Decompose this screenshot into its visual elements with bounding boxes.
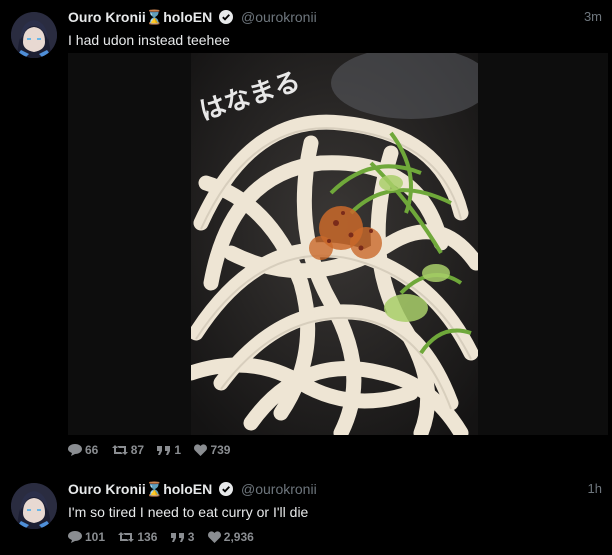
author-suffix[interactable]: holoEN bbox=[163, 9, 212, 25]
tweet-timestamp[interactable]: 3m bbox=[584, 9, 602, 24]
like-count: 739 bbox=[210, 443, 231, 457]
author-handle[interactable]: @ourokronii bbox=[241, 481, 317, 497]
retweet-count: 136 bbox=[137, 530, 158, 544]
quote-icon bbox=[157, 446, 171, 455]
author-name[interactable]: Ouro Kronii bbox=[68, 481, 146, 497]
reply-icon bbox=[68, 531, 82, 543]
heart-icon bbox=[207, 531, 221, 543]
heart-icon bbox=[194, 444, 208, 456]
like-button[interactable]: 739 bbox=[194, 443, 230, 457]
avatar-image bbox=[11, 12, 57, 58]
author-name[interactable]: Ouro Kronii bbox=[68, 9, 146, 25]
like-count: 2,936 bbox=[223, 530, 254, 544]
hourglass-icon: ⌛ bbox=[145, 9, 164, 25]
reply-count: 66 bbox=[85, 443, 99, 457]
author-suffix[interactable]: holoEN bbox=[163, 481, 212, 497]
retweet-icon bbox=[111, 445, 128, 455]
udon-image: はなまる bbox=[191, 53, 478, 435]
hourglass-icon: ⌛ bbox=[145, 481, 164, 497]
reply-count: 101 bbox=[85, 530, 106, 544]
udon-photo[interactable]: はなまる bbox=[191, 53, 478, 435]
tweet-text: I had udon instead teehee bbox=[68, 32, 230, 48]
tweet-header: Ouro Kronii⌛holoEN @ourokronii 1h bbox=[68, 481, 602, 499]
tweet-actions: 66 87 1 739 bbox=[68, 443, 240, 459]
retweet-button[interactable]: 136 bbox=[118, 530, 157, 544]
retweet-button[interactable]: 87 bbox=[111, 443, 145, 457]
verified-icon bbox=[219, 482, 234, 499]
tweet-header: Ouro Kronii⌛holoEN @ourokronii 3m bbox=[68, 9, 602, 27]
quote-count: 1 bbox=[174, 443, 182, 457]
tweet-media[interactable]: はなまる bbox=[68, 53, 608, 435]
retweet-count: 87 bbox=[130, 443, 145, 457]
tweet-2[interactable]: Ouro Kronii⌛holoEN @ourokronii 1h I'm so… bbox=[0, 470, 612, 555]
tweet-1[interactable]: Ouro Kronii⌛holoEN @ourokronii 3m I had … bbox=[0, 0, 612, 470]
quote-count: 3 bbox=[187, 530, 195, 544]
tweet-actions: 101 136 3 2,936 bbox=[68, 530, 264, 546]
author-handle[interactable]: @ourokronii bbox=[241, 9, 317, 25]
like-button[interactable]: 2,936 bbox=[207, 530, 254, 544]
retweet-icon bbox=[118, 532, 135, 542]
tweet-text: I'm so tired I need to eat curry or I'll… bbox=[68, 504, 309, 520]
quote-button[interactable]: 3 bbox=[170, 530, 195, 544]
avatar-image bbox=[11, 483, 57, 529]
verified-icon bbox=[219, 10, 234, 27]
reply-icon bbox=[68, 444, 82, 456]
tweet-timestamp[interactable]: 1h bbox=[588, 481, 602, 496]
reply-button[interactable]: 101 bbox=[68, 530, 105, 544]
quote-button[interactable]: 1 bbox=[157, 443, 181, 457]
reply-button[interactable]: 66 bbox=[68, 443, 98, 457]
avatar[interactable] bbox=[11, 483, 57, 529]
quote-icon bbox=[170, 533, 184, 542]
avatar[interactable] bbox=[11, 12, 57, 58]
